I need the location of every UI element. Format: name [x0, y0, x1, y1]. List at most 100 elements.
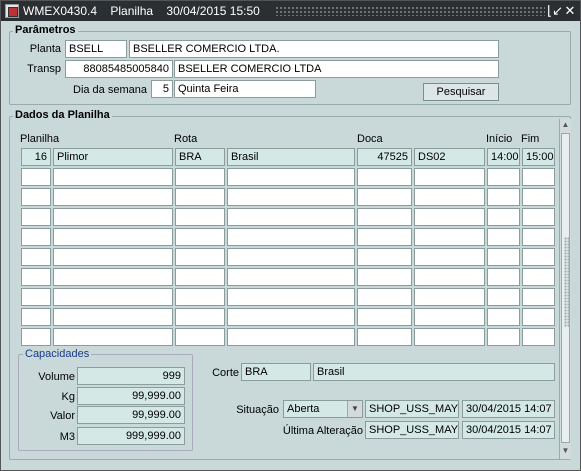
cell-rota[interactable]: [175, 268, 225, 286]
cell-planilha-num[interactable]: [21, 168, 51, 186]
cell-doca[interactable]: [414, 208, 485, 226]
situacao-user-field: SHOP_USS_MAYC: [365, 400, 459, 418]
planta-name-field[interactable]: BSELLER COMERCIO LTDA.: [129, 40, 499, 58]
cell-inicio[interactable]: [487, 248, 520, 266]
pesquisar-button[interactable]: Pesquisar: [423, 83, 499, 101]
close-icon[interactable]: ✕: [563, 3, 577, 18]
cell-fim[interactable]: [522, 248, 555, 266]
cell-rota-desc[interactable]: [227, 308, 355, 326]
cell-fim[interactable]: [522, 268, 555, 286]
cell-doca[interactable]: [414, 308, 485, 326]
cell-inicio[interactable]: 14:00: [487, 148, 520, 166]
minimize-icon[interactable]: ⌊↙: [547, 3, 563, 18]
cell-doca-num[interactable]: [357, 288, 412, 306]
cell-planilha-nome[interactable]: [53, 228, 173, 246]
cell-doca-num[interactable]: [357, 228, 412, 246]
cell-doca-num[interactable]: [357, 188, 412, 206]
cell-doca-num[interactable]: [357, 168, 412, 186]
cell-planilha-num[interactable]: [21, 248, 51, 266]
cell-planilha-num[interactable]: [21, 188, 51, 206]
cell-rota-desc[interactable]: [227, 168, 355, 186]
cell-doca-num[interactable]: [357, 208, 412, 226]
cell-rota-desc[interactable]: [227, 328, 355, 346]
cell-rota[interactable]: [175, 168, 225, 186]
cell-rota[interactable]: [175, 328, 225, 346]
transp-code-field[interactable]: 88085485005840: [65, 60, 173, 78]
cell-planilha-nome[interactable]: [53, 168, 173, 186]
cell-inicio[interactable]: [487, 228, 520, 246]
cell-rota-desc[interactable]: [227, 288, 355, 306]
cell-doca[interactable]: [414, 248, 485, 266]
planta-code-field[interactable]: BSELL: [65, 40, 127, 58]
cell-planilha-num[interactable]: [21, 228, 51, 246]
cell-rota[interactable]: [175, 308, 225, 326]
title-bar[interactable]: WMEX0430.4 Planilha 30/04/2015 15:50 ⌊↙ …: [1, 1, 580, 21]
situacao-select[interactable]: Aberta ▼: [283, 400, 363, 418]
dia-num-field[interactable]: 5: [151, 80, 173, 98]
cell-rota[interactable]: [175, 288, 225, 306]
cell-doca[interactable]: [414, 168, 485, 186]
cell-fim[interactable]: [522, 208, 555, 226]
cell-doca-num[interactable]: [357, 328, 412, 346]
cell-inicio[interactable]: [487, 268, 520, 286]
cell-planilha-num[interactable]: 16: [21, 148, 51, 166]
cell-rota-desc[interactable]: Brasil: [227, 148, 355, 166]
cell-rota-desc[interactable]: [227, 188, 355, 206]
dia-name-field[interactable]: Quinta Feira: [174, 80, 316, 98]
cell-rota-desc[interactable]: [227, 208, 355, 226]
cell-planilha-nome[interactable]: Plimor: [53, 148, 173, 166]
cell-planilha-num[interactable]: [21, 328, 51, 346]
resize-grip[interactable]: [564, 237, 570, 327]
cell-inicio[interactable]: [487, 288, 520, 306]
cell-doca-num[interactable]: [357, 248, 412, 266]
cell-fim[interactable]: [522, 168, 555, 186]
cell-rota-desc[interactable]: [227, 228, 355, 246]
cell-planilha-num[interactable]: [21, 308, 51, 326]
cell-rota[interactable]: [175, 188, 225, 206]
cell-rota[interactable]: [175, 228, 225, 246]
corte-code-field: BRA: [241, 363, 311, 381]
cell-doca[interactable]: DS02: [414, 148, 485, 166]
kg-label: Kg: [61, 391, 75, 403]
cell-planilha-num[interactable]: [21, 268, 51, 286]
scroll-down-icon[interactable]: ▼: [560, 445, 571, 457]
cell-planilha-nome[interactable]: [53, 188, 173, 206]
scroll-up-icon[interactable]: ▲: [560, 119, 571, 131]
cell-rota[interactable]: [175, 248, 225, 266]
cell-rota[interactable]: [175, 208, 225, 226]
cell-fim[interactable]: [522, 308, 555, 326]
cell-planilha-nome[interactable]: [53, 248, 173, 266]
cell-planilha-nome[interactable]: [53, 268, 173, 286]
cell-planilha-nome[interactable]: [53, 288, 173, 306]
cell-fim[interactable]: [522, 328, 555, 346]
cell-doca[interactable]: [414, 228, 485, 246]
cell-fim[interactable]: [522, 228, 555, 246]
chevron-down-icon[interactable]: ▼: [347, 401, 362, 417]
cell-doca[interactable]: [414, 328, 485, 346]
cell-doca[interactable]: [414, 288, 485, 306]
cell-doca-num[interactable]: [357, 308, 412, 326]
cell-inicio[interactable]: [487, 188, 520, 206]
col-header-fim: Fim: [521, 133, 540, 145]
cell-planilha-nome[interactable]: [53, 328, 173, 346]
col-header-rota: Rota: [174, 133, 198, 145]
cell-planilha-num[interactable]: [21, 288, 51, 306]
cell-planilha-nome[interactable]: [53, 208, 173, 226]
cell-fim[interactable]: [522, 188, 555, 206]
cell-inicio[interactable]: [487, 328, 520, 346]
cell-planilha-num[interactable]: [21, 208, 51, 226]
cell-doca[interactable]: [414, 188, 485, 206]
cell-doca[interactable]: [414, 268, 485, 286]
cell-inicio[interactable]: [487, 168, 520, 186]
transp-name-field[interactable]: BSELLER COMERCIO LTDA: [174, 60, 499, 78]
cell-fim[interactable]: 15:00: [522, 148, 555, 166]
cell-rota[interactable]: BRA: [175, 148, 225, 166]
cell-planilha-nome[interactable]: [53, 308, 173, 326]
cell-inicio[interactable]: [487, 308, 520, 326]
cell-inicio[interactable]: [487, 208, 520, 226]
cell-rota-desc[interactable]: [227, 248, 355, 266]
cell-fim[interactable]: [522, 288, 555, 306]
cell-rota-desc[interactable]: [227, 268, 355, 286]
cell-doca-num[interactable]: [357, 268, 412, 286]
cell-doca-num[interactable]: 47525: [357, 148, 412, 166]
